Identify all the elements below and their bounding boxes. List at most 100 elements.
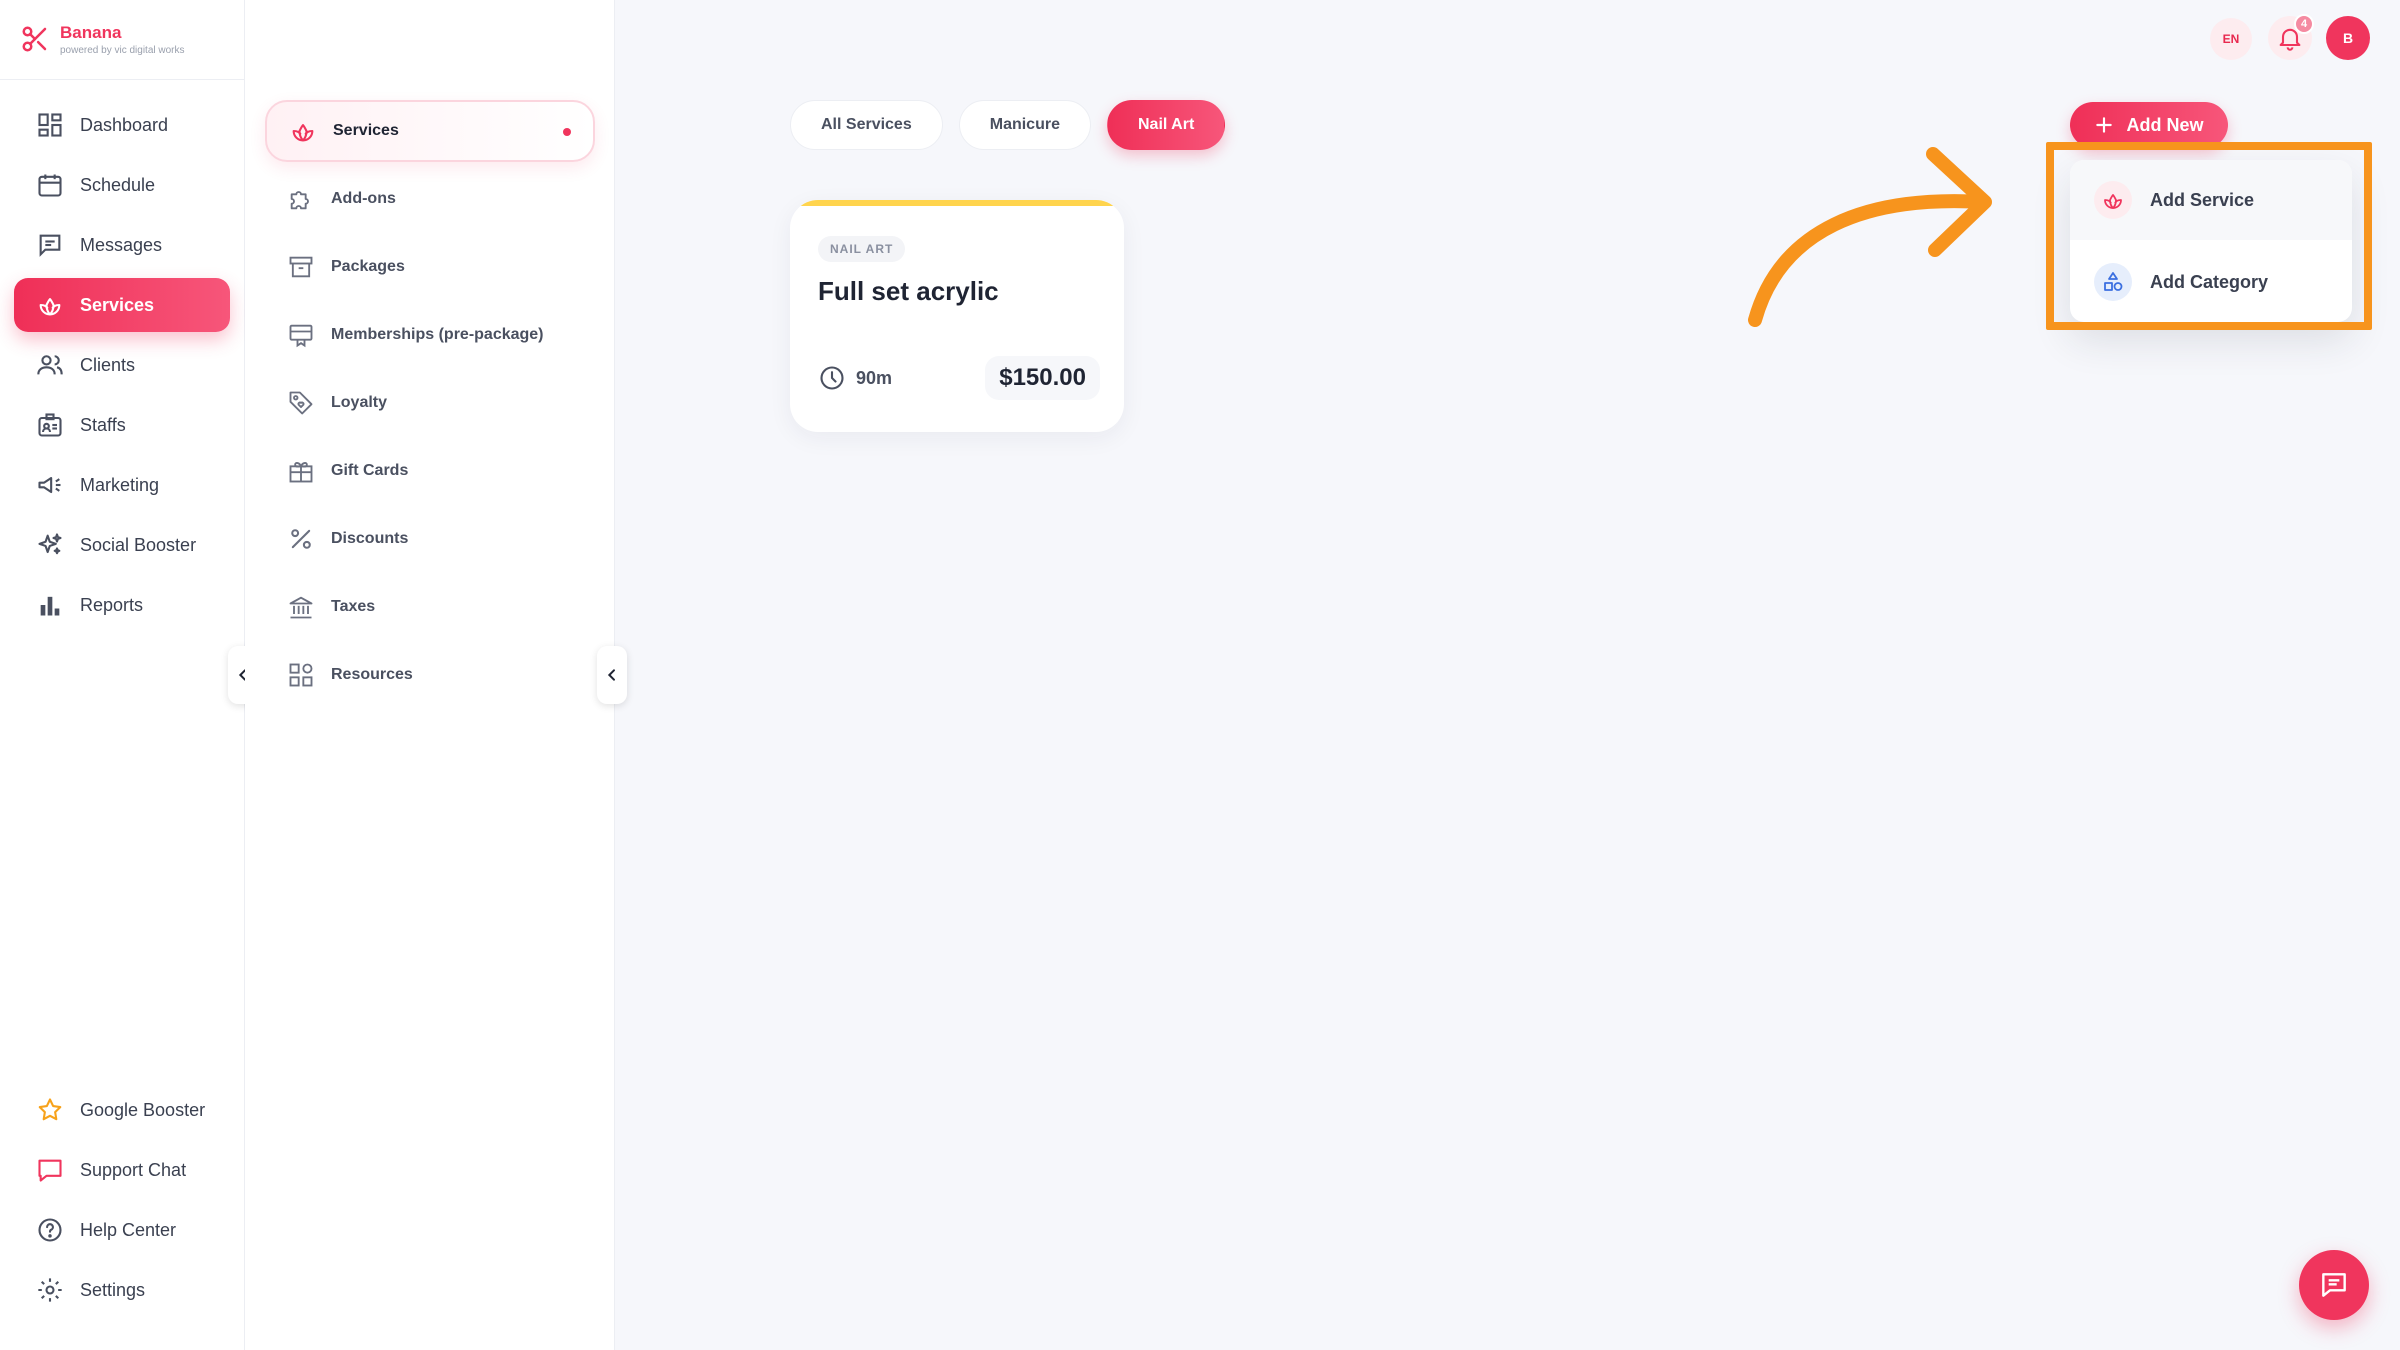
brand-name: Banana [60, 23, 122, 42]
notification-count-badge: 4 [2294, 14, 2314, 34]
add-new-label: Add New [2126, 114, 2204, 135]
subnav-item-loyalty[interactable]: Loyalty [265, 372, 595, 434]
add-new-dropdown: Add Service Add Category [2070, 160, 2352, 322]
clock-icon [820, 366, 844, 390]
add-service-icon-wrap [2094, 181, 2132, 219]
subnav-item-label: Packages [331, 258, 405, 275]
add-service-label: Add Service [2150, 189, 2255, 210]
sidebar-item-services[interactable]: Services [14, 278, 230, 332]
gear-icon [38, 1278, 62, 1302]
primary-sidebar: Banana powered by vic digital works Dash… [0, 0, 245, 1350]
lotus-icon [2104, 194, 2122, 209]
membership-icon [289, 324, 313, 348]
filter-chip-all-services[interactable]: All Services [790, 100, 943, 150]
brand[interactable]: Banana powered by vic digital works [0, 0, 245, 80]
subnav-item-taxes[interactable]: Taxes [265, 576, 595, 638]
subnav-item-gift-cards[interactable]: Gift Cards [265, 440, 595, 502]
subnav-item-label: Resources [331, 666, 413, 683]
sidebar-item-reports[interactable]: Reports [14, 578, 230, 632]
support-chat-fab[interactable] [2299, 1250, 2369, 1320]
sidebar-item-label: Google Booster [80, 1099, 206, 1120]
secondary-nav: Google Booster Support Chat Help Center … [14, 1083, 230, 1323]
add-new-button[interactable]: Add New [2070, 102, 2228, 148]
language-switcher[interactable]: EN [2210, 18, 2252, 60]
services-subnav: Services Add-ons Packages Memberships (p… [245, 0, 615, 1350]
sidebar-item-label: Services [80, 294, 155, 315]
percent-icon [291, 529, 311, 549]
megaphone-icon [38, 476, 61, 494]
gift-icon [289, 462, 313, 483]
subnav-list: Services Add-ons Packages Memberships (p… [265, 100, 595, 712]
service-price: $150.00 [985, 356, 1100, 400]
sidebar-item-marketing[interactable]: Marketing [14, 458, 230, 512]
subnav-item-label: Add-ons [331, 190, 396, 207]
archive-icon [289, 256, 313, 278]
sidebar-item-google-booster[interactable]: Google Booster [14, 1083, 230, 1137]
subnav-item-label: Services [333, 122, 399, 139]
subnav-item-add-ons[interactable]: Add-ons [265, 168, 595, 230]
add-category-icon-wrap [2094, 263, 2132, 301]
sidebar-item-label: Staffs [80, 414, 126, 435]
subnav-item-label: Discounts [331, 530, 409, 547]
sidebar-item-label: Dashboard [80, 114, 169, 135]
sidebar-item-support-chat[interactable]: Support Chat [14, 1143, 230, 1197]
sidebar-item-label: Support Chat [80, 1159, 187, 1180]
chat-bubble-icon [38, 1159, 62, 1182]
subnav-item-label: Taxes [331, 598, 376, 615]
sidebar-item-clients[interactable]: Clients [14, 338, 230, 392]
sparkle-icon [38, 533, 62, 555]
scissors-logo-icon [22, 26, 47, 52]
message-icon [39, 234, 61, 257]
sidebar-item-label: Social Booster [80, 534, 197, 555]
grid-icon [289, 663, 313, 687]
subnav-item-resources[interactable]: Resources [265, 644, 595, 706]
bank-icon [289, 596, 313, 619]
subnav-item-memberships[interactable]: Memberships (pre-package) [265, 304, 595, 366]
bar-chart-icon [40, 596, 60, 616]
subnav-item-packages[interactable]: Packages [265, 236, 595, 298]
filter-chip-manicure[interactable]: Manicure [958, 100, 1091, 150]
service-duration-value: 90m [856, 367, 893, 388]
plus-icon [2096, 117, 2113, 133]
sidebar-item-staffs[interactable]: Staffs [14, 398, 230, 452]
help-icon [38, 1218, 62, 1242]
sidebar-item-label: Settings [80, 1279, 146, 1300]
dashboard-icon [38, 113, 62, 137]
add-service-menu-item[interactable]: Add Service [2070, 160, 2352, 240]
sidebar-item-label: Schedule [80, 174, 156, 195]
user-avatar[interactable]: B [2326, 16, 2370, 60]
sidebar-item-messages[interactable]: Messages [14, 218, 230, 272]
subnav-item-services[interactable]: Services [265, 100, 595, 162]
service-card[interactable]: NAIL ART Full set acrylic 90m $150.00 [790, 200, 1124, 432]
subnav-item-label: Gift Cards [331, 462, 409, 479]
add-category-label: Add Category [2150, 271, 2269, 292]
id-badge-icon [38, 413, 62, 437]
main-nav: Dashboard Schedule Messages Services Cli… [14, 98, 230, 638]
annotation-arrow-icon [1748, 147, 1992, 327]
chat-icon [2322, 1273, 2346, 1297]
star-icon [38, 1098, 62, 1121]
lotus-icon [39, 298, 61, 316]
active-indicator-dot [563, 128, 571, 136]
lotus-icon [292, 124, 314, 142]
shapes-icon [2104, 272, 2123, 291]
add-category-menu-item[interactable]: Add Category [2070, 242, 2352, 322]
sidebar-item-schedule[interactable]: Schedule [14, 158, 230, 212]
sidebar-item-label: Clients [80, 354, 136, 375]
users-icon [37, 355, 63, 375]
notifications-button[interactable]: 4 [2268, 14, 2314, 60]
sidebar-item-social-booster[interactable]: Social Booster [14, 518, 230, 572]
tag-icon [289, 391, 313, 415]
service-category-tag: NAIL ART [818, 236, 906, 262]
subnav-item-label: Memberships (pre-package) [331, 326, 544, 343]
sidebar-item-help-center[interactable]: Help Center [14, 1203, 230, 1257]
sidebar-item-dashboard[interactable]: Dashboard [14, 98, 230, 152]
sidebar-item-settings[interactable]: Settings [14, 1263, 230, 1317]
filter-chip-nail-art[interactable]: Nail Art [1106, 100, 1226, 150]
service-duration: 90m [818, 364, 892, 392]
collapse-subnav-button[interactable] [597, 646, 627, 704]
puzzle-icon [290, 191, 309, 210]
card-accent-bar [790, 200, 1124, 206]
subnav-item-discounts[interactable]: Discounts [265, 508, 595, 570]
chevron-left-icon [607, 669, 615, 681]
